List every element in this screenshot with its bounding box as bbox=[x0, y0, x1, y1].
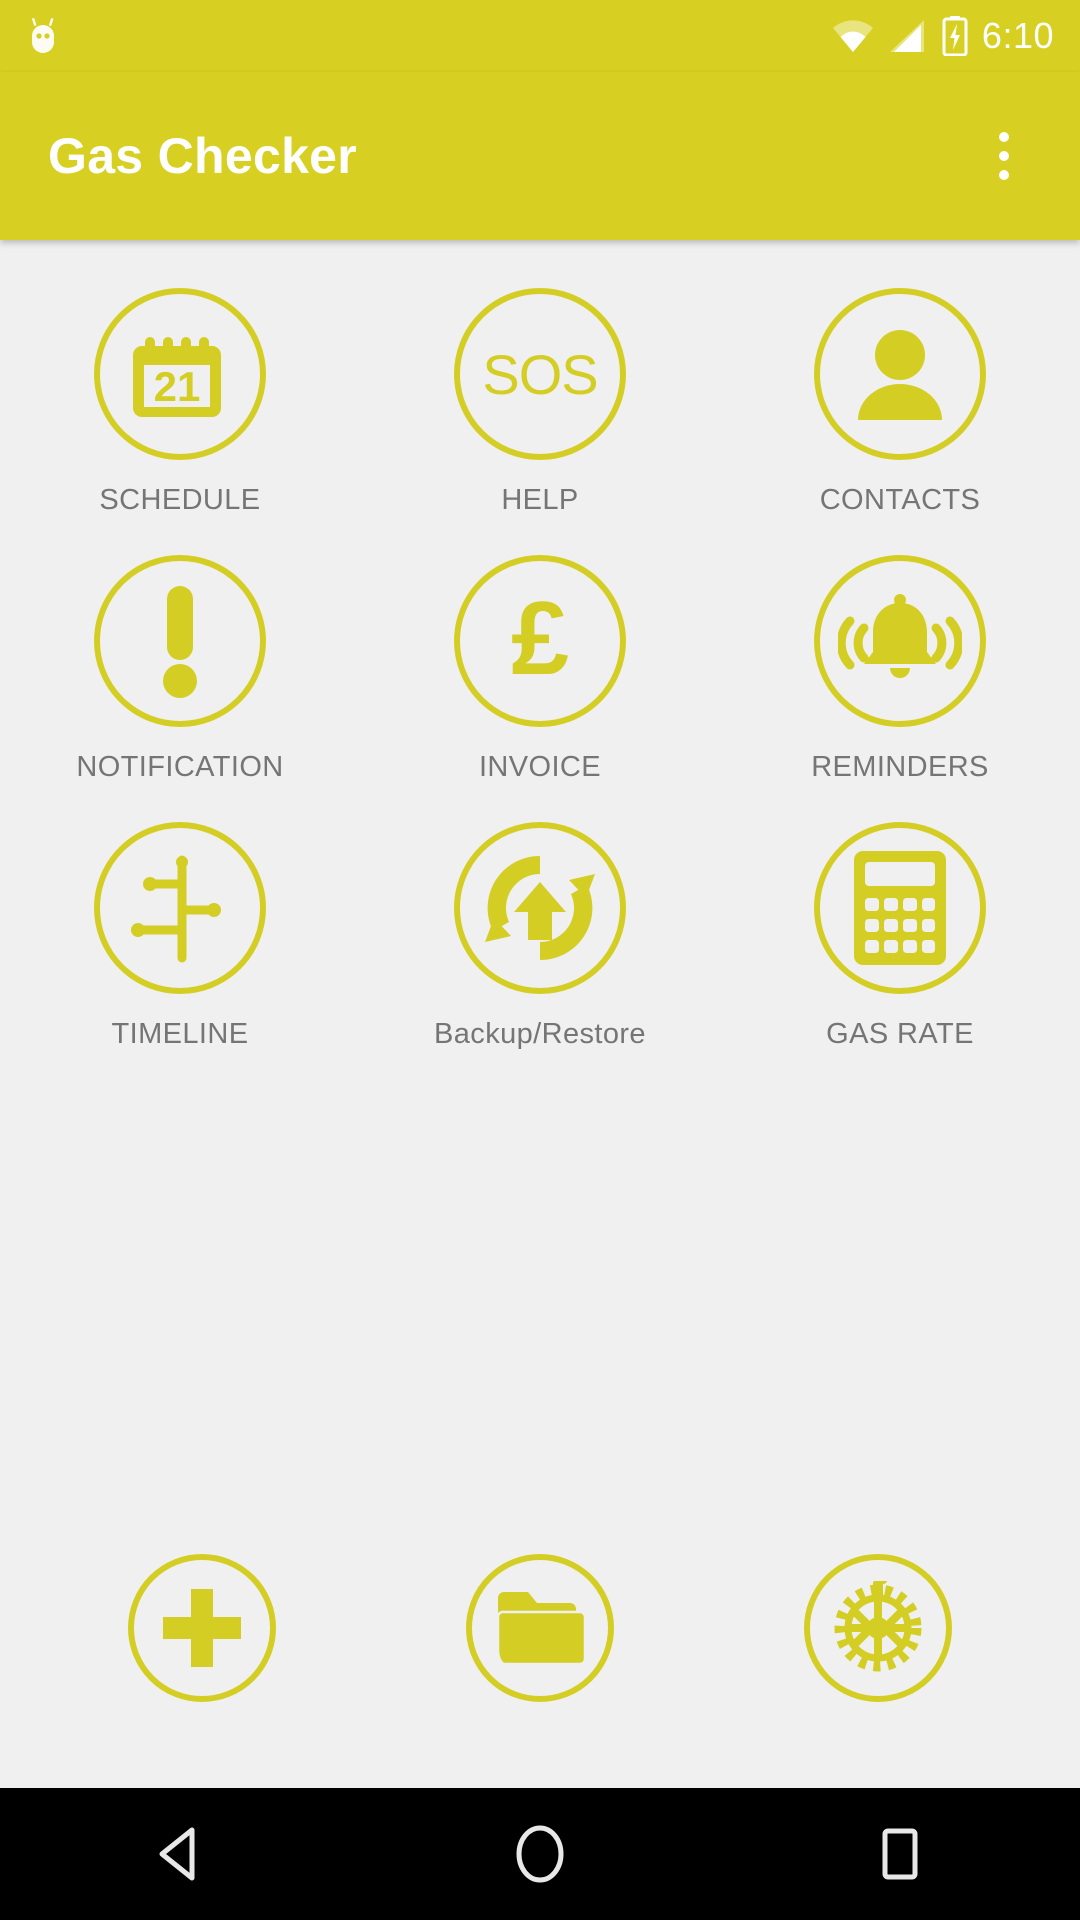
battery-charging-icon bbox=[942, 16, 968, 56]
tile-backup-restore[interactable]: Backup/Restore bbox=[360, 796, 720, 1051]
tile-label: Backup/Restore bbox=[434, 1018, 646, 1050]
tile-label: HELP bbox=[501, 484, 579, 516]
back-triangle-icon bbox=[154, 1826, 206, 1882]
folder-icon bbox=[494, 1588, 586, 1668]
tile-label: NOTIFICATION bbox=[76, 751, 284, 783]
app-screen: 6:10 Gas Checker 21 SCHEDULE SOS HELP CO… bbox=[0, 0, 1080, 1920]
tile-label: GAS RATE bbox=[826, 1018, 974, 1050]
tile-timeline[interactable]: TIMELINE bbox=[0, 796, 360, 1051]
home-circle-icon bbox=[514, 1824, 566, 1884]
overflow-dot bbox=[999, 132, 1009, 142]
home-button[interactable] bbox=[480, 1788, 600, 1920]
feature-grid: 21 SCHEDULE SOS HELP CONTACTS NOTIFICATI… bbox=[0, 262, 1080, 1051]
tile-gas-rate[interactable]: GAS RATE bbox=[720, 796, 1080, 1051]
plus-icon bbox=[159, 1585, 245, 1671]
pound-label: £ bbox=[511, 581, 569, 697]
tile-notification[interactable]: NOTIFICATION bbox=[0, 529, 360, 784]
svg-text:21: 21 bbox=[154, 363, 201, 410]
calendar-21-icon: 21 bbox=[94, 288, 266, 460]
back-button[interactable] bbox=[120, 1788, 240, 1920]
folder-button[interactable] bbox=[466, 1554, 614, 1702]
overflow-menu-icon[interactable] bbox=[976, 116, 1032, 196]
android-robot-icon bbox=[26, 17, 60, 55]
tile-contacts[interactable]: CONTACTS bbox=[720, 262, 1080, 517]
tile-label: SCHEDULE bbox=[99, 484, 261, 516]
recents-square-icon bbox=[876, 1826, 924, 1882]
settings-button[interactable] bbox=[804, 1554, 952, 1702]
tile-invoice[interactable]: £ INVOICE bbox=[360, 529, 720, 784]
timeline-branch-icon bbox=[94, 822, 266, 994]
status-bar: 6:10 bbox=[0, 0, 1080, 72]
backup-restore-icon bbox=[454, 822, 626, 994]
person-icon bbox=[814, 288, 986, 460]
tile-label: CONTACTS bbox=[819, 484, 981, 516]
tile-label: INVOICE bbox=[478, 751, 602, 783]
system-nav-bar bbox=[0, 1788, 1080, 1920]
tile-reminders[interactable]: REMINDERS bbox=[720, 529, 1080, 784]
tile-schedule[interactable]: 21 SCHEDULE bbox=[0, 262, 360, 517]
status-bar-left bbox=[26, 17, 60, 55]
main-content: 21 SCHEDULE SOS HELP CONTACTS NOTIFICATI… bbox=[0, 240, 1080, 1788]
calculator-icon bbox=[814, 822, 986, 994]
ringing-bell-icon bbox=[814, 555, 986, 727]
sos-icon: SOS bbox=[454, 288, 626, 460]
recents-button[interactable] bbox=[840, 1788, 960, 1920]
tile-label: REMINDERS bbox=[811, 751, 989, 783]
page-title: Gas Checker bbox=[48, 128, 358, 184]
status-bar-right: 6:10 bbox=[832, 15, 1054, 57]
cellular-signal-icon bbox=[888, 19, 928, 53]
status-bar-clock: 6:10 bbox=[981, 15, 1054, 56]
overflow-dot bbox=[999, 170, 1009, 180]
wifi-icon bbox=[832, 19, 874, 53]
exclamation-icon bbox=[94, 555, 266, 727]
tile-label: TIMELINE bbox=[111, 1018, 249, 1050]
tile-help[interactable]: SOS HELP bbox=[360, 262, 720, 517]
pound-sterling-icon: £ bbox=[454, 555, 626, 727]
gear-icon bbox=[831, 1581, 925, 1675]
app-bar: Gas Checker bbox=[0, 72, 1080, 240]
overflow-dot bbox=[999, 151, 1009, 161]
add-button[interactable] bbox=[128, 1554, 276, 1702]
sos-label: SOS bbox=[482, 342, 598, 406]
action-button-row bbox=[0, 1554, 1080, 1702]
